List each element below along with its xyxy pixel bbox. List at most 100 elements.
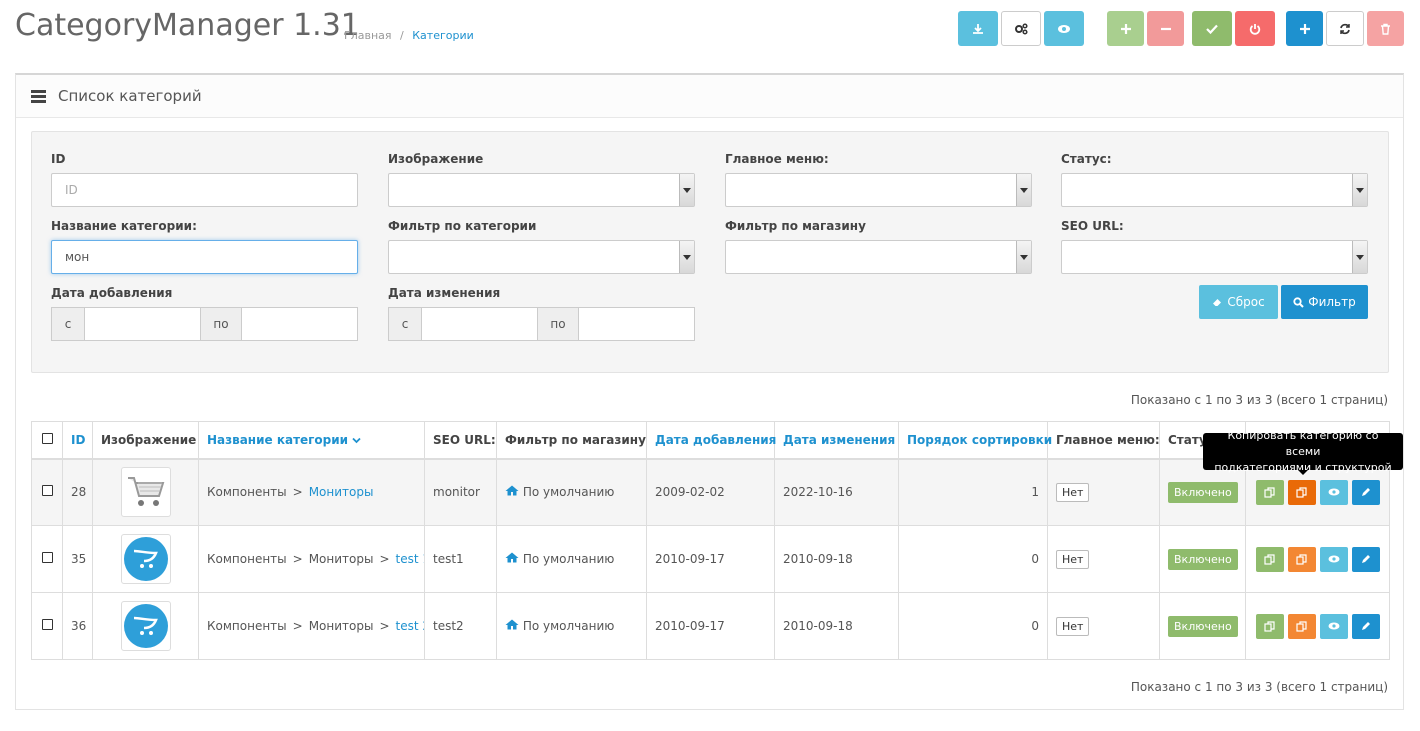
edit-button[interactable] bbox=[1351, 479, 1380, 505]
id-input[interactable] bbox=[51, 173, 358, 207]
seo-select[interactable] bbox=[1061, 240, 1368, 274]
date-to-addon: по bbox=[537, 307, 579, 341]
date-added-from-input[interactable] bbox=[85, 307, 200, 341]
col-date-modified[interactable]: Дата изменения bbox=[774, 421, 899, 460]
edit-button[interactable] bbox=[1351, 613, 1380, 639]
date-modified-range: с по bbox=[388, 307, 695, 341]
disable-button[interactable] bbox=[1235, 11, 1275, 46]
row-checkbox[interactable] bbox=[41, 485, 53, 497]
main-menu-badge[interactable]: Нет bbox=[1056, 549, 1090, 569]
refresh-button[interactable] bbox=[1326, 11, 1364, 46]
edit-button[interactable] bbox=[1351, 546, 1380, 572]
row-date-modified: 2022-10-16 bbox=[774, 458, 899, 526]
category-name-link[interactable]: test 2 bbox=[396, 619, 424, 633]
row-sort-order[interactable]: 0 bbox=[898, 525, 1048, 593]
view-button[interactable] bbox=[1319, 479, 1348, 505]
add-button[interactable] bbox=[1286, 11, 1323, 46]
row-store[interactable]: По умолчанию bbox=[496, 592, 647, 660]
date-added-to-input[interactable] bbox=[242, 307, 358, 341]
breadcrumb-home[interactable]: Главная bbox=[344, 29, 392, 42]
path-segment: Компоненты bbox=[207, 485, 287, 500]
row-seo[interactable]: test1 bbox=[424, 525, 497, 593]
row-main-menu-cell: Нет bbox=[1047, 592, 1160, 660]
row-main-menu-cell: Нет bbox=[1047, 525, 1160, 593]
select-all-cell bbox=[31, 421, 63, 460]
status-badge[interactable]: Включено bbox=[1168, 481, 1238, 503]
row-store[interactable]: По умолчанию bbox=[496, 525, 647, 593]
delete-button[interactable] bbox=[1367, 11, 1404, 46]
row-date-added: 2009-02-02 bbox=[646, 458, 775, 526]
category-name-link[interactable]: Мониторы bbox=[309, 485, 374, 499]
plus-icon bbox=[1120, 23, 1131, 34]
row-id: 35 bbox=[62, 525, 93, 593]
export-button[interactable] bbox=[958, 11, 998, 46]
path-segment: Компоненты bbox=[207, 619, 287, 633]
store-filter-label: Фильтр по магазину bbox=[725, 219, 866, 233]
status-badge[interactable]: Включено bbox=[1168, 548, 1238, 570]
view-button[interactable] bbox=[1319, 546, 1348, 572]
select-all-checkbox[interactable] bbox=[41, 432, 53, 444]
copy-with-subcategories-button[interactable] bbox=[1287, 613, 1316, 639]
row-image-cell bbox=[92, 592, 199, 660]
settings-button[interactable] bbox=[1001, 11, 1041, 46]
copy-tooltip: Копировать категорию со всеми подкатегор… bbox=[1203, 429, 1403, 475]
main-menu-badge[interactable]: Нет bbox=[1056, 616, 1090, 636]
preview-button[interactable] bbox=[1044, 11, 1084, 46]
pencil-icon bbox=[1361, 622, 1370, 630]
copy-button[interactable] bbox=[1255, 546, 1284, 572]
filter-button[interactable]: Фильтр bbox=[1281, 285, 1368, 319]
category-name-link[interactable]: test 1 bbox=[396, 552, 424, 566]
expand-all-button[interactable] bbox=[1107, 11, 1144, 46]
chevron-down-icon bbox=[1016, 174, 1031, 206]
row-status-cell: Включено bbox=[1159, 592, 1246, 660]
row-seo[interactable]: monitor bbox=[424, 458, 497, 526]
copy-button[interactable] bbox=[1255, 479, 1284, 505]
name-input[interactable] bbox=[51, 240, 358, 274]
row-sort-order[interactable]: 0 bbox=[898, 592, 1048, 660]
store-filter-select[interactable] bbox=[725, 240, 1032, 274]
power-icon bbox=[1249, 23, 1261, 35]
row-sort-order[interactable]: 1 bbox=[898, 458, 1048, 526]
status-select[interactable] bbox=[1061, 173, 1368, 207]
name-label: Название категории: bbox=[51, 219, 197, 233]
panel-heading: Список категорий bbox=[16, 75, 1403, 118]
view-button[interactable] bbox=[1319, 613, 1348, 639]
pagination-info-top: Показано с 1 по 3 из 3 (всего 1 страниц) bbox=[1130, 393, 1388, 407]
copy-with-subcategories-button[interactable] bbox=[1287, 479, 1316, 505]
enable-button[interactable] bbox=[1192, 11, 1232, 46]
opencart-logo-icon bbox=[123, 604, 168, 648]
date-added-label: Дата добавления bbox=[51, 286, 173, 300]
eye-icon bbox=[1328, 555, 1339, 563]
tooltip-line-2: подкатегориями и структурой bbox=[1214, 460, 1392, 474]
date-modified-to-input[interactable] bbox=[579, 307, 695, 341]
row-store[interactable]: По умолчанию bbox=[496, 458, 647, 526]
home-icon bbox=[505, 552, 519, 563]
reset-button[interactable]: Сброс bbox=[1199, 285, 1278, 319]
date-modified-from-input[interactable] bbox=[422, 307, 537, 341]
col-name[interactable]: Название категории bbox=[198, 421, 425, 460]
row-seo[interactable]: test2 bbox=[424, 592, 497, 660]
check-icon bbox=[1206, 24, 1218, 34]
col-id[interactable]: ID bbox=[62, 421, 93, 460]
row-checkbox[interactable] bbox=[41, 552, 53, 563]
copy-with-subcategories-button[interactable] bbox=[1287, 546, 1316, 572]
eye-icon bbox=[1058, 24, 1070, 33]
col-date-added[interactable]: Дата добавления bbox=[646, 421, 776, 460]
status-badge[interactable]: Включено bbox=[1168, 615, 1238, 637]
row-id: 28 bbox=[62, 458, 93, 526]
category-filter-select[interactable] bbox=[388, 240, 695, 274]
image-select[interactable] bbox=[388, 173, 695, 207]
copy-button[interactable] bbox=[1255, 613, 1284, 639]
category-table: ID Изображение Название категории SEO UR… bbox=[31, 421, 1390, 660]
breadcrumb-categories[interactable]: Категории bbox=[412, 29, 474, 42]
breadcrumb-separator: / bbox=[400, 29, 404, 42]
category-filter-label: Фильтр по категории bbox=[388, 219, 537, 233]
copy-icon bbox=[1296, 553, 1307, 565]
col-sort-order[interactable]: Порядок сортировки bbox=[898, 421, 1052, 460]
tooltip-line-1: Копировать категорию со всеми bbox=[1227, 428, 1379, 458]
main-menu-select[interactable] bbox=[725, 173, 1032, 207]
main-menu-badge[interactable]: Нет bbox=[1056, 482, 1090, 502]
row-checkbox[interactable] bbox=[41, 619, 53, 630]
eye-icon bbox=[1328, 488, 1339, 496]
collapse-all-button[interactable] bbox=[1147, 11, 1184, 46]
